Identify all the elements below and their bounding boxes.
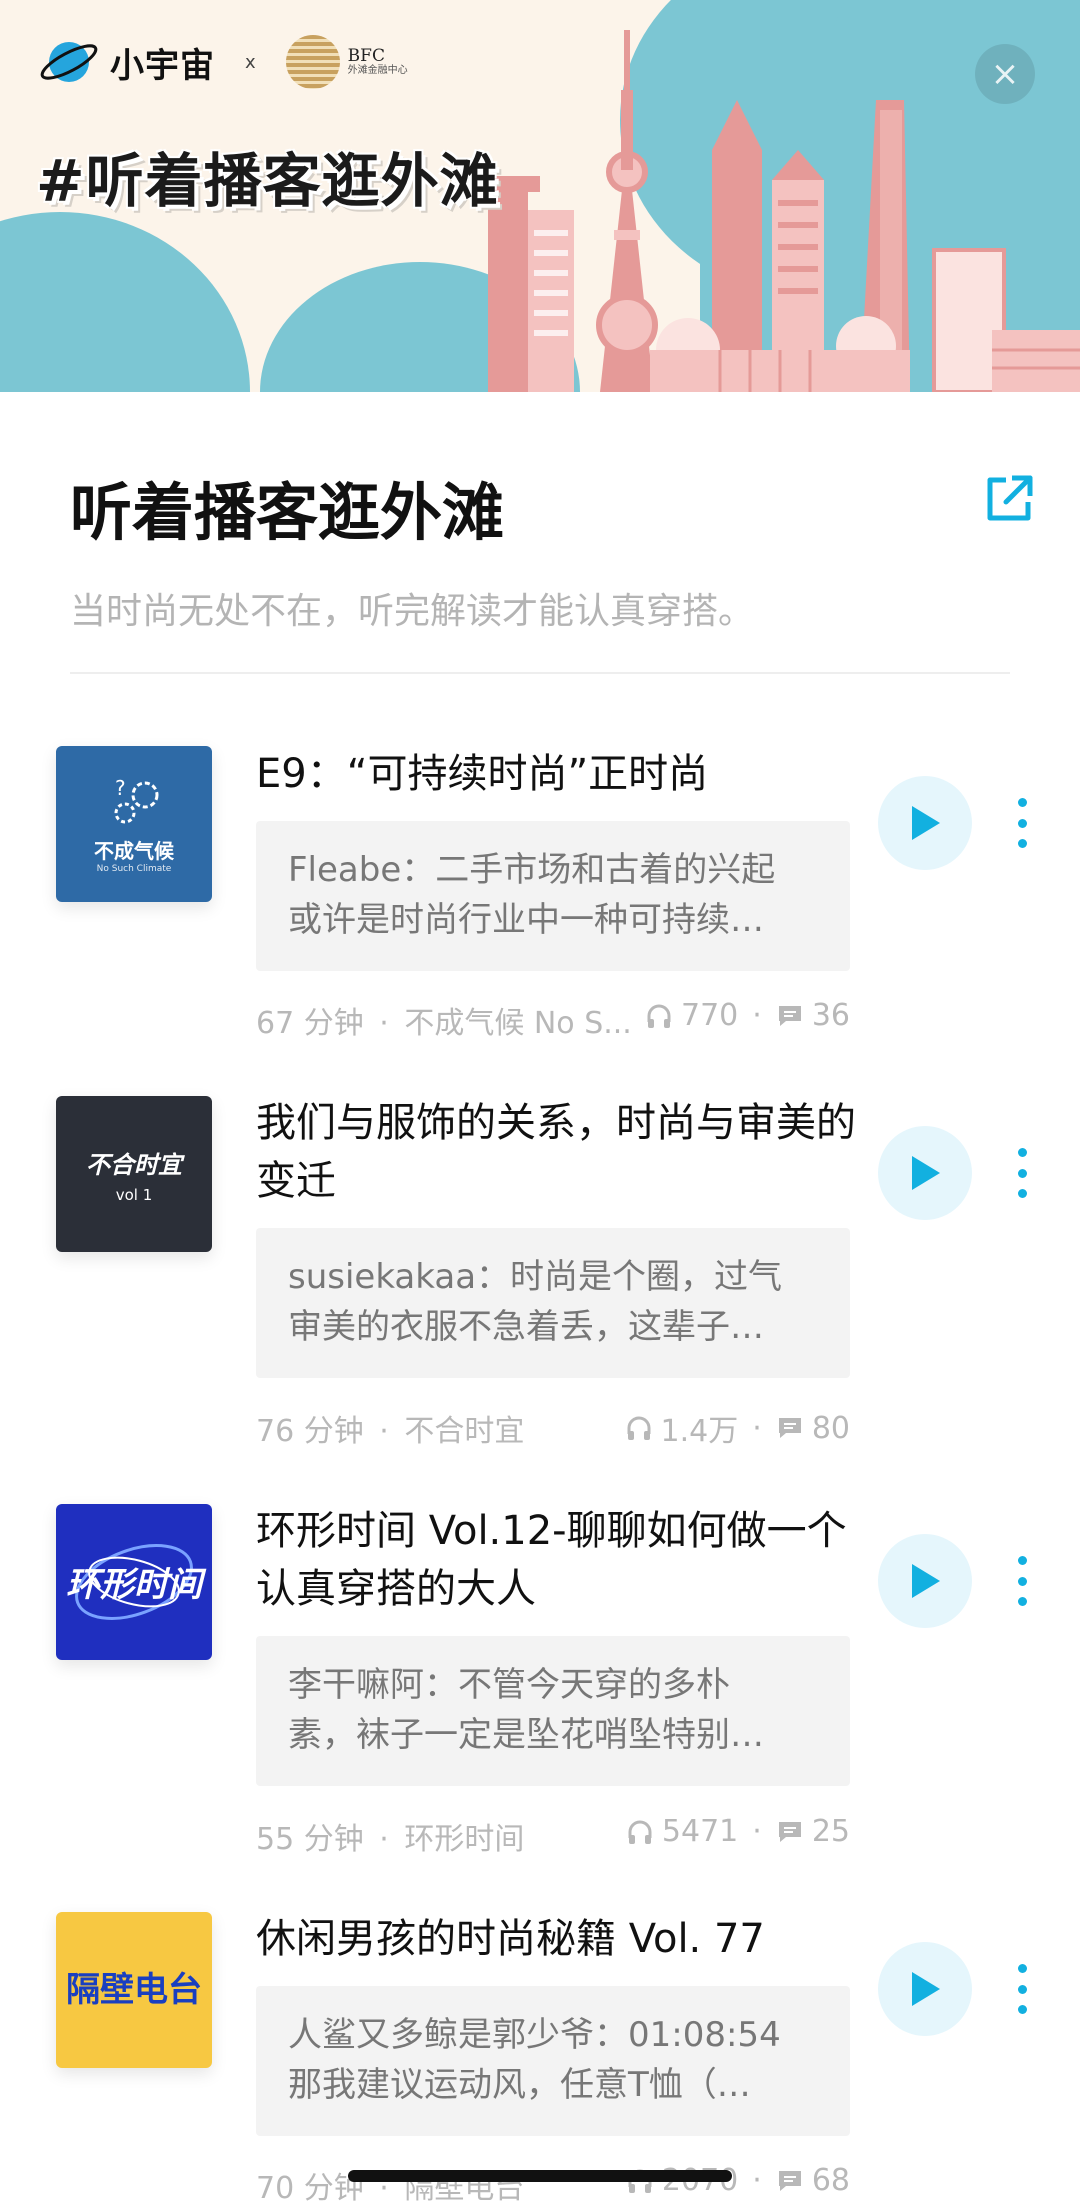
comment-icon <box>778 1005 801 1026</box>
comment-line: 那我建议运动风，任意T恤（… <box>288 2065 751 2105</box>
comment-line: Fleabe：二手市场和古着的兴起 <box>288 850 776 890</box>
headphones-icon <box>647 1004 671 1028</box>
cover-subtitle: No Such Climate <box>96 863 172 874</box>
more-options-button[interactable] <box>1010 1556 1034 1606</box>
comment-count: 80 <box>811 1410 850 1446</box>
episode-duration: 67 分钟 <box>256 1006 364 1041</box>
play-icon <box>912 1564 940 1598</box>
episode-duration: 55 分钟 <box>256 1822 364 1857</box>
play-icon <box>912 1156 940 1190</box>
featured-comment[interactable]: 人鲨又多鲸是郭少爷：01:08:54 那我建议运动风，任意T恤（… <box>256 1986 850 2136</box>
featured-comment[interactable]: Fleabe：二手市场和古着的兴起 或许是时尚行业中一种可持续… <box>256 821 850 971</box>
play-button[interactable] <box>878 1126 972 1220</box>
podcast-name[interactable]: 环形时间 <box>404 1822 524 1857</box>
headphones-icon <box>627 1416 651 1440</box>
partner-name: BFC <box>347 46 385 66</box>
partner-subname: 外滩金融中心 <box>347 65 408 76</box>
brand-name: 小宇宙 <box>110 45 215 86</box>
comment-icon <box>778 1418 801 1438</box>
comment-icon <box>778 2170 801 2191</box>
play-button[interactable] <box>878 776 972 870</box>
comment-line: 或许是时尚行业中一种可持续… <box>288 900 764 940</box>
episode-title[interactable]: 我们与服饰的关系，时尚与审美的变迁 <box>256 1094 856 1210</box>
collab-separator: x <box>245 51 256 73</box>
comment-count: 68 <box>811 2163 850 2198</box>
episode-title[interactable]: E9：“可持续时尚”正时尚 <box>256 745 856 803</box>
comment-line: 李干嘛阿：不管今天穿的多朴 <box>288 1665 730 1705</box>
podcast-name[interactable]: 不合时宜 <box>404 1414 524 1449</box>
cover-title: 不成气候 <box>94 838 174 863</box>
play-button[interactable] <box>878 1942 972 2036</box>
episode-cover[interactable]: 不合时宜 vol 1 <box>56 1096 212 1252</box>
listen-count: 5471 <box>661 1814 739 1849</box>
more-options-button[interactable] <box>1010 1964 1034 2014</box>
cover-title: 环形时间 <box>66 1565 207 1605</box>
episode-meta: 67 分钟 · 不成气候 No S... 770 · 36 <box>256 998 850 1041</box>
home-indicator[interactable] <box>348 2170 732 2182</box>
comment-icon <box>778 1821 801 1842</box>
divider <box>70 672 1010 674</box>
brand-logo-row: 小宇宙 x BFC 外滩金融中心 <box>38 34 408 90</box>
episode-cover[interactable]: ? 不成气候 No Such Climate <box>56 746 212 902</box>
comment-line: 人鲨又多鲸是郭少爷：01:08:54 <box>288 2015 781 2055</box>
cover-subtitle: vol 1 <box>115 1185 153 1204</box>
episode-meta: 55 分钟 · 环形时间 5471 · 25 <box>256 1814 850 1857</box>
partner-logo: BFC 外滩金融中心 <box>285 35 408 89</box>
episode-title[interactable]: 环形时间 Vol.12-聊聊如何做一个认真穿搭的大人 <box>256 1502 856 1618</box>
close-icon: × <box>990 54 1020 94</box>
featured-comment[interactable]: susiekakaa：时尚是个圈，过气 审美的衣服不急着丢，这辈子… <box>256 1228 850 1378</box>
play-button[interactable] <box>878 1534 972 1628</box>
cover-art-rings: 环形时间 <box>66 1544 207 1620</box>
comment-line: 审美的衣服不急着丢，这辈子… <box>288 1307 764 1347</box>
podcast-name[interactable]: 不成气候 No S... <box>404 1006 632 1041</box>
comment-line: susiekakaa：时尚是个圈，过气 <box>288 1257 783 1297</box>
banner-hashtag: #听着播客逛外滩 <box>36 147 499 215</box>
comment-line: 素，袜子一定是坠花哨坠特别… <box>288 1715 764 1755</box>
comment-count: 36 <box>811 998 850 1033</box>
close-button[interactable]: × <box>975 44 1035 104</box>
bfc-emblem-icon <box>285 35 340 89</box>
gears-question-icon: ? <box>114 776 159 823</box>
page-subtitle: 当时尚无处不在，听完解读才能认真穿搭。 <box>70 591 755 632</box>
episode-title[interactable]: 休闲男孩的时尚秘籍 Vol. 77 <box>256 1910 856 1968</box>
listen-count: 1.4万 <box>660 1414 739 1449</box>
listen-count: 770 <box>681 998 739 1033</box>
play-icon <box>912 806 940 840</box>
headphones-icon <box>628 1820 652 1844</box>
episode-cover[interactable]: 隔壁电台 <box>56 1912 212 2068</box>
top-banner: 小宇宙 x BFC 外滩金融中心 #听着播客逛外滩 × <box>0 0 1080 392</box>
share-icon[interactable] <box>982 472 1036 526</box>
page-title: 听着播客逛外滩 <box>70 476 505 549</box>
cover-title: 不合时宜 <box>86 1150 182 1179</box>
episode-meta: 76 分钟 · 不合时宜 1.4万 · 80 <box>256 1406 850 1450</box>
planet-logo-icon <box>40 42 98 82</box>
play-icon <box>912 1972 940 2006</box>
svg-text:?: ? <box>115 776 126 800</box>
comment-count: 25 <box>811 1814 850 1849</box>
more-options-button[interactable] <box>1010 798 1034 848</box>
featured-comment[interactable]: 李干嘛阿：不管今天穿的多朴 素，袜子一定是坠花哨坠特别… <box>256 1636 850 1786</box>
more-options-button[interactable] <box>1010 1148 1034 1198</box>
cover-title: 隔壁电台 <box>66 1970 202 2010</box>
episode-duration: 76 分钟 <box>256 1414 364 1449</box>
episode-cover[interactable]: 环形时间 <box>56 1504 212 1660</box>
